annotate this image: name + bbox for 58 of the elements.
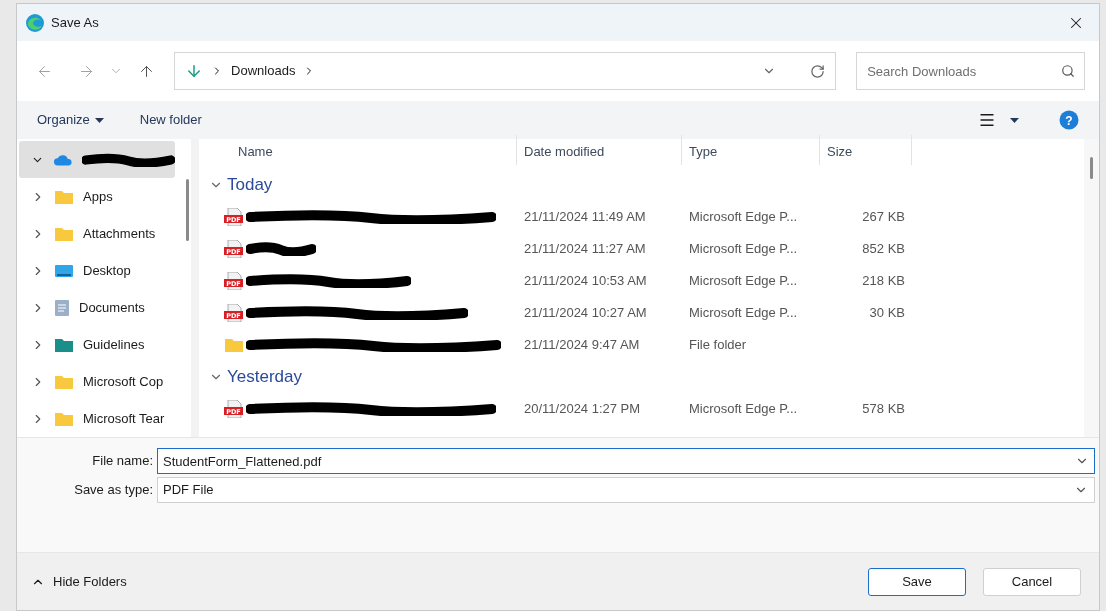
cancel-button[interactable]: Cancel: [983, 567, 1081, 596]
date-cell-text: 21/11/2024 9:47 AM: [523, 336, 641, 355]
browser-logo-icon: [25, 12, 45, 33]
column-header[interactable]: Type: [682, 135, 820, 165]
redaction-scribble: [246, 242, 316, 256]
date-cell-text: 21/11/2024 10:53 AM: [523, 272, 648, 291]
save-button[interactable]: Save: [868, 567, 966, 596]
view-options-button[interactable]: [978, 111, 1019, 129]
save-type-dropdown[interactable]: PDF File: [157, 477, 1095, 503]
group-header[interactable]: Yesterday: [199, 361, 306, 393]
file-list-scrollbar[interactable]: [1090, 157, 1093, 179]
sidebar-item[interactable]: Guidelines: [19, 326, 187, 363]
type-cell-text: Microsoft Edge P...: [688, 304, 799, 323]
search-icon: [1061, 64, 1075, 78]
organize-button[interactable]: Organize: [37, 110, 104, 130]
size-cell-text: 267 KB: [862, 208, 905, 227]
column-header[interactable]: Size: [820, 135, 912, 165]
column-header[interactable]: Date modified: [517, 135, 682, 165]
new-folder-button[interactable]: New folder: [139, 110, 202, 130]
sidebar-item[interactable]: Documents: [19, 289, 187, 326]
document-icon: [54, 298, 70, 317]
search-field[interactable]: Search Downloads: [856, 52, 1085, 90]
file-name-field[interactable]: StudentForm_Flattened.pdf: [157, 448, 1095, 474]
window-title: Save As: [51, 13, 99, 32]
sidebar-item[interactable]: Microsoft Tear: [19, 400, 187, 437]
sidebar-item[interactable]: Microsoft Cop: [19, 363, 187, 400]
sidebar-item[interactable]: [19, 141, 175, 178]
caret-icon: [1010, 117, 1019, 123]
address-bar[interactable]: Downloads: [174, 52, 837, 90]
type-cell-text: Microsoft Edge P...: [688, 400, 799, 419]
file-name-label: File name:: [91, 452, 154, 471]
date-cell-text: 21/11/2024 11:49 AM: [523, 208, 647, 227]
help-icon[interactable]: ?: [1059, 110, 1079, 130]
date-cell-text: 20/11/2024 1:27 PM: [523, 400, 642, 419]
size-cell-text: 30 KB: [869, 304, 905, 323]
refresh-icon: [810, 63, 826, 79]
group-header[interactable]: Today: [199, 169, 277, 201]
cloud-icon: [52, 152, 74, 167]
type-cell-text: Microsoft Edge P...: [688, 208, 799, 227]
sidebar-scrollbar[interactable]: [186, 179, 189, 241]
type-cell-text: Microsoft Edge P...: [688, 240, 799, 259]
date-cell-text: 21/11/2024 10:27 AM: [523, 304, 648, 323]
date-cell-text: 21/11/2024 11:27 AM: [523, 240, 647, 259]
column-header[interactable]: Name: [199, 135, 517, 165]
caret-icon: [94, 117, 104, 123]
size-cell-text: 578 KB: [862, 400, 905, 419]
sidebar-item[interactable]: Attachments: [19, 215, 187, 252]
address-location[interactable]: Downloads: [231, 61, 296, 81]
list-view-icon: [978, 111, 996, 129]
type-cell-text: File folder: [688, 336, 748, 355]
size-cell-text: 218 KB: [862, 272, 905, 291]
desktop-icon: [54, 262, 74, 279]
size-cell-text: 852 KB: [862, 240, 905, 259]
sidebar-item[interactable]: Desktop: [19, 252, 187, 289]
hide-folders-button[interactable]: Hide Folders: [31, 571, 127, 592]
type-cell-text: Microsoft Edge P...: [688, 272, 799, 291]
sidebar-item[interactable]: Apps: [19, 178, 187, 215]
save-type-label: Save as type:: [73, 481, 154, 500]
